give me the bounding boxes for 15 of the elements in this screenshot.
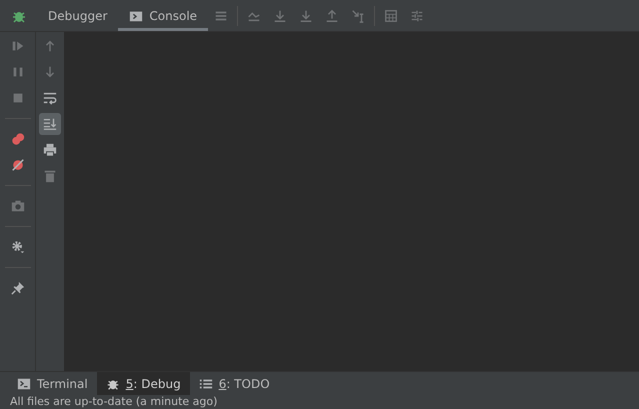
settings-icon[interactable] bbox=[10, 240, 24, 254]
console-icon bbox=[129, 8, 144, 22]
breakpoints-icon[interactable] bbox=[10, 132, 24, 146]
list-icon bbox=[198, 376, 213, 390]
muted-breakpoint-icon[interactable] bbox=[10, 158, 24, 172]
terminal-icon bbox=[17, 376, 31, 390]
tool-window-tab[interactable]: 6: TODO bbox=[190, 372, 279, 395]
printer-icon[interactable] bbox=[43, 143, 57, 157]
pin-icon[interactable] bbox=[10, 281, 24, 295]
tool-window-tab[interactable]: 5: Debug bbox=[96, 372, 190, 395]
scroll-to-end-icon[interactable] bbox=[39, 113, 61, 135]
soft-wrap-icon[interactable] bbox=[43, 91, 57, 105]
tab[interactable]: Debugger bbox=[37, 0, 118, 31]
status-message: All files are up-to-date (a minute ago) bbox=[10, 395, 218, 408]
tool-window-tab[interactable]: Terminal bbox=[8, 372, 97, 395]
